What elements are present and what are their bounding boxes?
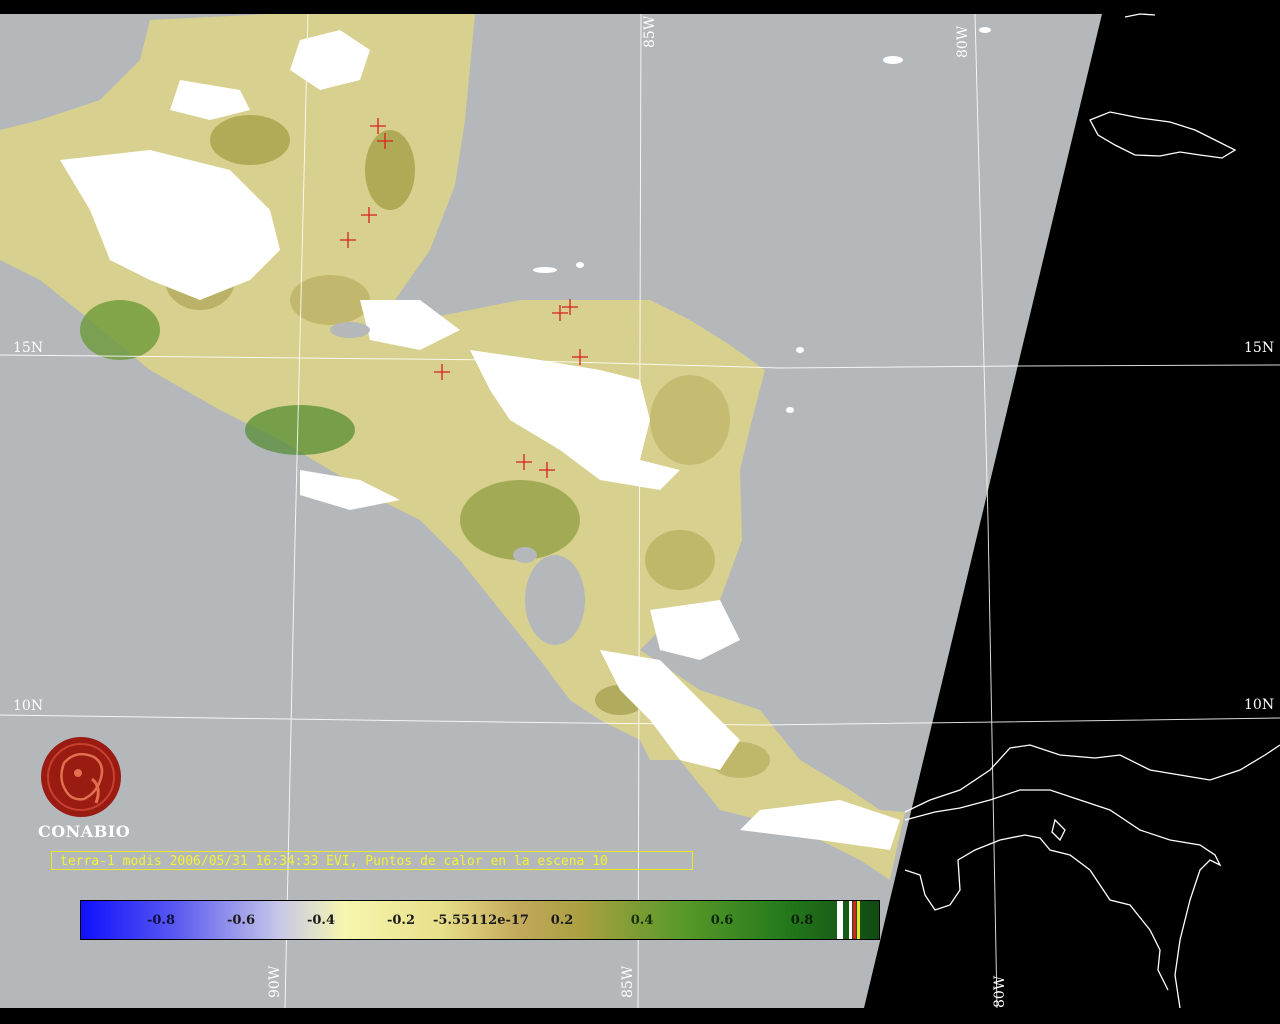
legend-tick: 0.8 [790,913,814,928]
evi-colorbar-legend: -0.8 -0.6 -0.4 -0.2 -5.55112e-17 0.2 0.4… [80,900,880,940]
label-85w-bottom: 85W [620,965,636,998]
label-85w-top: 85W [642,15,658,48]
legend-cloud-swatch [837,901,843,939]
legend-tick: -5.55112e-17 [433,913,529,928]
legend-tick: -0.4 [306,913,336,928]
legend-tick: 0.4 [630,913,654,928]
label-80w-top: 80W [955,25,971,58]
legend-swatch [849,901,852,939]
scene-caption: terra-1 modis 2006/05/31 16:34:33 EVI, P… [51,851,693,870]
label-15n-left: 15N [13,340,44,356]
conabio-logo-icon [41,737,121,817]
legend-tick: 0.6 [710,913,734,928]
legend-tick: -0.8 [146,913,176,928]
legend-tick: 0.2 [550,913,574,928]
legend-tick: -0.6 [226,913,256,928]
label-80w-bottom: 80W [992,975,1008,1008]
label-10n-left: 10N [13,698,44,714]
legend-swatch [857,901,860,939]
legend-hotspot-swatch [853,901,856,939]
label-90w-bottom: 90W [267,965,283,998]
logo-text: CONABIO [38,822,131,841]
label-10n-right: 10N [1244,697,1275,713]
label-15n-right: 15N [1244,340,1275,356]
legend-tick: -0.2 [386,913,416,928]
